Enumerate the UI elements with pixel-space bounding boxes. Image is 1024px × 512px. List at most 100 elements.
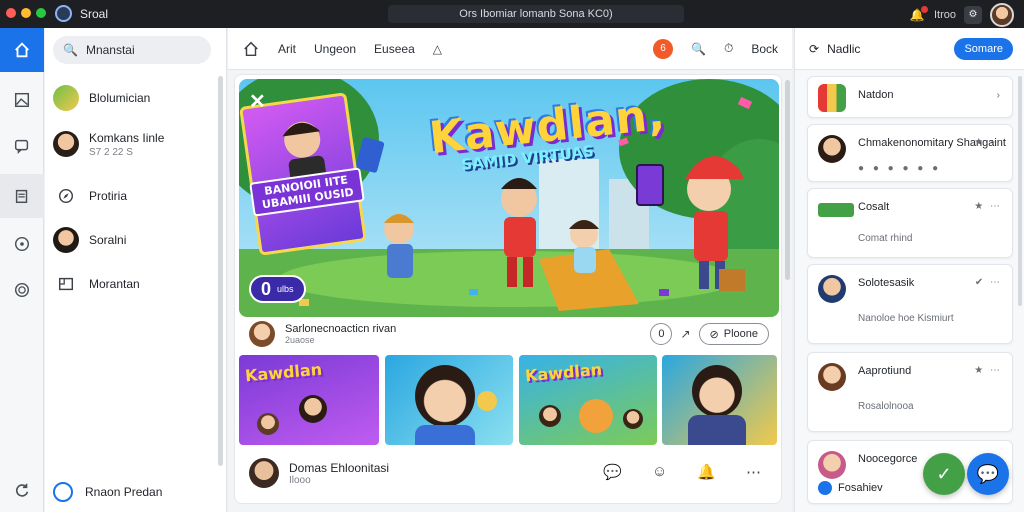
help-icon[interactable] <box>0 222 44 266</box>
back-icon[interactable]: ⏱ <box>724 41 733 56</box>
channel-footer[interactable]: Rnaon Predan <box>53 478 162 506</box>
chevron-right-icon[interactable]: › <box>997 90 1002 101</box>
notification-badge <box>920 6 928 13</box>
channel-name: Blolumician <box>89 91 151 105</box>
primary-action-button[interactable]: ⊘ Ploone <box>698 323 769 345</box>
card-title: Noocegorce <box>858 453 918 465</box>
minimize-window-button[interactable] <box>21 8 31 18</box>
chat-icon[interactable] <box>0 124 44 168</box>
post-hero-image[interactable]: BANOIOII IITE UBAMIII OUSID ✕ Kawdlan, S… <box>239 79 779 317</box>
card-subtitle: Nanoloe hoe Kismiurt <box>858 313 954 324</box>
toolbar-tab[interactable]: Ungeon <box>314 42 356 56</box>
thumbnail[interactable] <box>662 355 777 445</box>
user-avatar[interactable] <box>990 3 1014 27</box>
channel-item[interactable]: Blolumician <box>53 78 213 118</box>
card-actions-icon[interactable]: ★ ⋯ <box>974 201 1002 212</box>
toolbar-tab[interactable]: Euseea <box>374 42 415 56</box>
count-button[interactable]: 0 <box>650 323 673 345</box>
notification-count-badge[interactable]: 6 <box>652 38 673 59</box>
footer-label: Rnaon Predan <box>85 485 163 499</box>
feed-scrollbar[interactable] <box>785 80 790 280</box>
channel-item[interactable]: Soralni <box>53 220 213 260</box>
card-actions-icon[interactable]: ✔ ⋯ <box>975 277 1002 288</box>
commenter-name[interactable]: Domas Ehloonitasi <box>289 461 389 475</box>
extension-icon[interactable]: ⚙ <box>964 6 982 24</box>
card-avatar <box>818 275 846 303</box>
more-options-icon[interactable]: ⋯ <box>746 463 761 481</box>
channel-avatar <box>53 85 79 111</box>
card-title: Aaprotiund <box>858 365 912 377</box>
user-label: Itroo <box>933 9 956 21</box>
window-icon <box>53 271 79 297</box>
search-icon: 🔍 <box>63 43 78 57</box>
sync-icon[interactable] <box>0 268 44 312</box>
notifications-bell-icon[interactable]: 🔔 <box>908 6 928 24</box>
compass-icon <box>53 183 79 209</box>
search-toolbar-icon[interactable]: 🔍 <box>691 42 706 56</box>
right-panel: ⟳ Nadlic Somare Natdon › Chmakenonomitar… <box>794 28 1024 512</box>
check-icon: ✓ <box>936 463 952 484</box>
triangle-icon[interactable]: △ <box>433 42 442 56</box>
panel-card[interactable]: Cosalt ★ ⋯ Comat rhind <box>807 188 1013 258</box>
panel-card[interactable]: Solotesasik ✔ ⋯ Nanoloe hoe Kismiurt <box>807 264 1013 344</box>
close-icon[interactable]: ✕ <box>249 89 266 114</box>
toolbar-tab[interactable]: Arit <box>278 42 296 56</box>
card-actions-icon[interactable]: ★ ⋯ <box>974 365 1002 376</box>
hero-badge[interactable]: 0 ulbs <box>249 275 306 303</box>
reaction-icons: ● ● ● ● ● ● <box>858 163 942 174</box>
home-tab-icon[interactable] <box>242 40 260 58</box>
channel-item[interactable]: Komkans Iinle S7 2 22 S <box>53 124 213 164</box>
right-panel-scrollbar[interactable] <box>1018 76 1022 306</box>
close-window-button[interactable] <box>6 8 16 18</box>
card-logo <box>818 203 854 217</box>
share-icon[interactable]: ↗ <box>680 327 690 341</box>
channel-scrollbar[interactable] <box>218 76 223 466</box>
files-icon[interactable] <box>0 174 44 218</box>
panel-card[interactable]: Aaprotiund ★ ⋯ Rosalolnooa <box>807 352 1013 432</box>
bottom-action[interactable]: Fosahiev <box>818 481 883 495</box>
compose-check-fab[interactable]: ✓ <box>923 453 965 495</box>
footer-globe-icon <box>53 482 73 502</box>
panel-card[interactable]: Natdon › <box>807 76 1013 118</box>
comment-icon[interactable]: 💬 <box>603 463 622 481</box>
app-name: Sroal <box>80 7 109 21</box>
channel-avatar <box>53 227 79 253</box>
right-panel-header: ⟳ Nadlic Somare <box>795 28 1024 70</box>
window-title: Ors Ibomiar lomanb Sona KC0) <box>388 5 684 23</box>
emoji-icon[interactable]: ☺ <box>652 463 667 481</box>
post-card: BANOIOII IITE UBAMIII OUSID ✕ Kawdlan, S… <box>234 74 782 504</box>
icon-rail <box>0 28 44 512</box>
panel-card[interactable]: Chmakenonomitary Shangaint ★ ⋯ ● ● ● ● ●… <box>807 124 1013 182</box>
card-title: Natdon <box>858 89 894 101</box>
home-icon[interactable] <box>0 28 44 72</box>
thumbnail[interactable]: Kawdlan <box>519 355 657 445</box>
card-avatar <box>818 135 846 163</box>
search-text: Mnanstai <box>85 43 135 57</box>
search-input[interactable]: 🔍 Mnanstai <box>53 36 211 64</box>
card-actions-icon[interactable]: ★ ⋯ <box>974 137 1002 148</box>
channel-subtitle: S7 2 22 S <box>89 146 133 158</box>
thumbnail[interactable] <box>385 355 513 445</box>
bottom-action-label: Fosahiev <box>838 482 883 494</box>
main-feed: Arit Ungeon Euseea △ 6 🔍 ⏱ Bock BANOIOII… <box>228 28 792 512</box>
channel-item[interactable]: Morantan <box>53 264 213 304</box>
author-avatar[interactable] <box>249 321 275 347</box>
count-value: 0 <box>658 328 665 340</box>
author-name[interactable]: Sarlonecnoacticn rivan <box>285 323 396 335</box>
refresh-icon[interactable] <box>0 468 44 512</box>
thumbnail[interactable]: Kawdlan <box>239 355 379 445</box>
back-button[interactable]: Bock <box>751 42 778 56</box>
alert-icon[interactable]: 🔔 <box>697 463 716 481</box>
channel-item[interactable]: Protiria <box>53 176 213 216</box>
gallery-icon[interactable] <box>0 78 44 122</box>
channel-name: Morantan <box>89 277 140 291</box>
refresh-panel-icon[interactable]: ⟳ <box>809 42 819 56</box>
post-header: Sarlonecnoacticn rivan 2uaose <box>249 319 396 349</box>
share-button[interactable]: Somare <box>954 38 1013 60</box>
channel-avatar <box>53 131 79 157</box>
action-label: Ploone <box>723 328 758 340</box>
card-subtitle: Rosalolnooa <box>858 401 914 412</box>
commenter-avatar[interactable] <box>249 458 279 488</box>
maximize-window-button[interactable] <box>36 8 46 18</box>
chat-fab[interactable]: 💬 <box>967 453 1009 495</box>
